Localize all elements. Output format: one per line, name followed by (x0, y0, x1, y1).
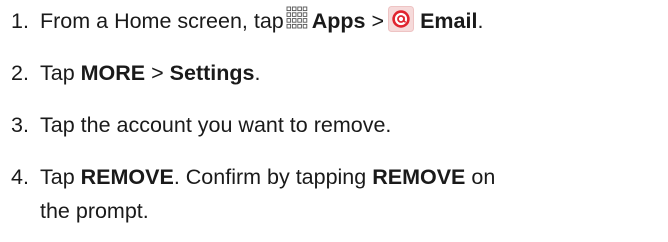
apps-grid-icon (286, 6, 308, 38)
step-text: Tap the account you want to remove. (40, 113, 392, 137)
step-number: 2. (11, 61, 29, 85)
step-number: 3. (11, 113, 29, 137)
step-3: 3. Tap the account you want to remove. (11, 110, 391, 140)
email-at-icon (388, 6, 415, 40)
step-text: From a Home screen, tap (40, 9, 284, 33)
step-end: . (477, 9, 484, 33)
step-2: 2. Tap MORE > Settings. (11, 58, 260, 88)
step-text-end: on (471, 165, 496, 189)
email-label: Email (420, 9, 478, 33)
step-4: 4. Tap REMOVE. Confirm by tapping REMOVE … (11, 162, 495, 192)
step-number: 4. (11, 165, 29, 189)
remove-label-confirm: REMOVE (372, 165, 466, 189)
settings-label: Settings (169, 61, 255, 85)
step-end: . (254, 61, 261, 85)
step-number: 1. (11, 9, 29, 33)
step-1: 1. From a Home screen, tap Apps > Email. (11, 6, 483, 40)
instruction-steps: 1. From a Home screen, tap Apps > Email . … (0, 0, 668, 242)
more-label: MORE (80, 61, 146, 85)
separator: > (151, 61, 164, 85)
step-text: . Confirm by tapping (173, 165, 367, 189)
remove-label: REMOVE (80, 165, 174, 189)
apps-label: Apps (311, 9, 366, 33)
step-4-continuation: the prompt. (40, 199, 149, 223)
separator: > (371, 9, 385, 33)
